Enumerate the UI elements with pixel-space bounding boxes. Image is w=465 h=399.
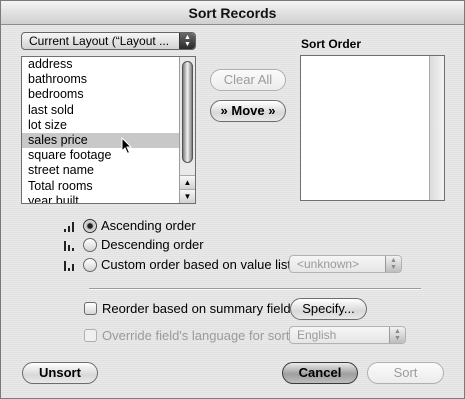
sort-button[interactable]: Sort xyxy=(367,362,444,384)
dialog-title: Sort Records xyxy=(1,1,464,25)
field-list-items: address bathrooms bedrooms last sold lot siz… xyxy=(22,57,179,203)
language-popup[interactable]: English ▲ ▼ xyxy=(289,326,406,344)
popup-arrows-icon: ▲ ▼ xyxy=(389,327,405,343)
section-divider xyxy=(89,288,421,290)
sort-order-scroll-track[interactable] xyxy=(429,56,444,200)
move-button[interactable]: » Move » xyxy=(210,100,286,122)
ascending-label: Ascending order xyxy=(101,218,196,233)
layout-popup-value: Current Layout (“Layout ... xyxy=(29,34,170,48)
language-popup-value: English xyxy=(297,328,337,342)
popup-arrows-icon: ▲ ▼ xyxy=(179,33,195,49)
value-list-popup-value: <unknown> xyxy=(297,257,360,271)
scroll-thumb[interactable] xyxy=(182,61,193,163)
sort-order-label: Sort Order xyxy=(301,37,362,51)
field-list-item[interactable]: street name xyxy=(22,163,179,178)
descending-label: Descending order xyxy=(101,237,204,252)
field-list-item[interactable]: bathrooms xyxy=(22,72,179,87)
layout-popup[interactable]: Current Layout (“Layout ... ▲ ▼ xyxy=(21,32,196,50)
ascending-order-icon xyxy=(64,222,74,232)
override-language-checkbox[interactable] xyxy=(84,329,97,342)
unsort-button[interactable]: Unsort xyxy=(22,362,98,384)
override-language-label: Override field's language for sort xyxy=(102,328,290,343)
custom-order-label: Custom order based on value list xyxy=(101,257,292,272)
field-list-scrollbar[interactable]: ▲ ▼ xyxy=(179,57,195,203)
descending-order-icon xyxy=(64,241,74,251)
scroll-up-arrow-icon[interactable]: ▲ xyxy=(180,175,195,189)
field-list-item[interactable]: Total rooms xyxy=(22,179,179,194)
clear-all-button[interactable]: Clear All xyxy=(210,69,286,91)
ascending-radio[interactable] xyxy=(83,219,97,233)
custom-order-radio[interactable] xyxy=(83,258,97,272)
descending-radio[interactable] xyxy=(83,238,97,252)
sort-order-list[interactable] xyxy=(300,55,445,201)
custom-order-icon xyxy=(64,261,74,271)
popup-arrows-icon: ▲ ▼ xyxy=(385,256,401,272)
field-list-item[interactable]: sales price xyxy=(22,132,179,149)
reorder-summary-checkbox[interactable] xyxy=(84,302,97,315)
field-list-item[interactable]: square footage xyxy=(22,148,179,163)
scroll-down-arrow-icon[interactable]: ▼ xyxy=(180,189,195,203)
field-list[interactable]: address bathrooms bedrooms last sold lot siz… xyxy=(21,56,196,204)
field-list-item[interactable]: last sold xyxy=(22,103,179,118)
mouse-pointer-icon xyxy=(121,137,133,155)
specify-button[interactable]: Specify... xyxy=(290,298,367,320)
field-list-item[interactable]: address xyxy=(22,57,179,72)
value-list-popup[interactable]: <unknown> ▲ ▼ xyxy=(289,255,402,273)
field-list-item[interactable]: year built xyxy=(22,194,179,203)
field-list-item[interactable]: lot size xyxy=(22,118,179,133)
field-list-item[interactable]: bedrooms xyxy=(22,87,179,102)
reorder-summary-label: Reorder based on summary field xyxy=(102,301,291,316)
cancel-button[interactable]: Cancel xyxy=(282,362,358,384)
sort-records-dialog: Sort Records Current Layout (“Layout ...… xyxy=(0,0,465,399)
